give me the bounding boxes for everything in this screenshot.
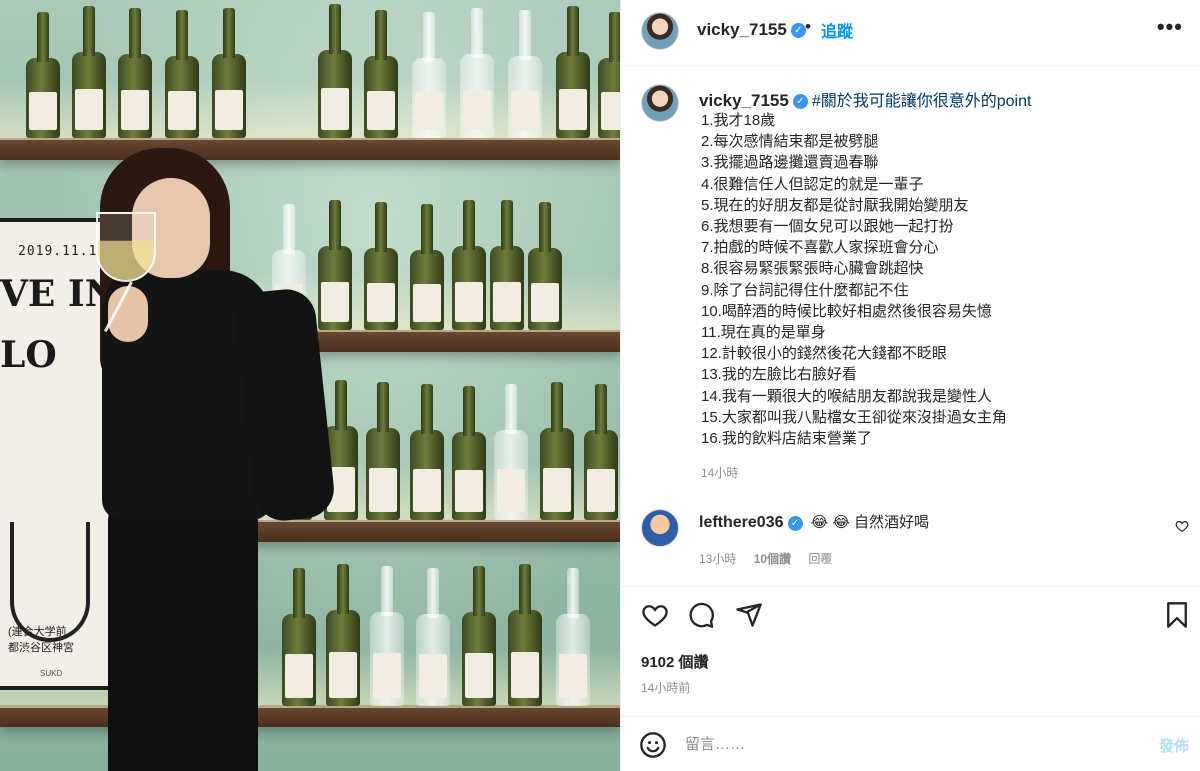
wine-bottle [490, 200, 524, 330]
post-photo[interactable]: 2019.11.1 VE IN LO (連合大学前 都渋谷区神宮 SUKD [0, 0, 620, 771]
wine-bottle [212, 8, 246, 138]
post-comment-button[interactable]: 發佈 [1159, 735, 1189, 756]
share-icon[interactable] [735, 601, 763, 629]
wine-glass [96, 212, 156, 282]
wine-bottle [318, 4, 352, 138]
wine-bottle [318, 200, 352, 330]
wine-bottle [118, 8, 152, 138]
verified-badge-icon: ✓ [790, 23, 806, 39]
caption-line: 12.計較很小的錢然後花大錢都不眨眼 [701, 345, 947, 363]
caption-line: 13.我的左臉比右臉好看 [701, 366, 857, 384]
caption-line: 4.很難信任人但認定的就是一輩子 [701, 175, 924, 193]
wine-bottle [410, 384, 444, 520]
caption-line: 15.大家都叫我八點檔女王卻從來沒掛過女主角 [701, 408, 1007, 426]
comment-meta: 13小時 10個讚 回覆 [699, 550, 846, 567]
caption-line: 9.除了台詞記得住什麼都記不住 [701, 281, 909, 299]
comment-like-icon[interactable] [1175, 519, 1189, 533]
comment-likes-count[interactable]: 10個讚 [754, 552, 791, 566]
post-header: vicky_7155 ✓ • 追蹤 ••• [621, 0, 1200, 66]
wine-bottle [494, 384, 528, 520]
wine-bottle [364, 202, 398, 330]
emoji-icon[interactable] [639, 731, 667, 759]
wine-bottle [598, 12, 620, 138]
follow-button[interactable]: 追蹤 [821, 18, 853, 42]
add-comment-bar: 發佈 [621, 716, 1200, 771]
wine-bottle [366, 382, 400, 520]
post-details-panel: vicky_7155 ✓ • 追蹤 ••• vicky_7155 ✓ #關於我可能讓你… [620, 0, 1200, 771]
wine-bottle [528, 202, 562, 330]
wine-bottle [416, 568, 450, 706]
wine-bottle [584, 384, 618, 520]
wine-bottle [370, 566, 404, 706]
caption-line: 1.我才18歲 [701, 112, 776, 129]
wine-bottle [282, 568, 316, 706]
caption-hashtag[interactable]: #關於我可能讓你很意外的point [812, 93, 1032, 110]
wine-bottle [412, 12, 446, 138]
photo-shelf [0, 138, 620, 160]
wine-bottle [556, 6, 590, 138]
comment-input[interactable] [685, 727, 1125, 761]
poster-date: 2019.11.1 [18, 244, 98, 259]
caption-line: 5.現在的好朋友都是從討厭我開始變朋友 [701, 196, 969, 214]
post-timestamp: 14小時前 [641, 681, 691, 695]
caption-line: 10.喝醉酒的時候比較好相處然後很容易失憶 [701, 302, 992, 320]
likes-count[interactable]: 9102 個讚 [641, 651, 709, 672]
caption-line: 2.每次感情結束都是被劈腿 [701, 133, 879, 151]
comment-text: 😂 😂 自然酒好喝 [810, 514, 930, 531]
comment-body: lefthere036 ✓ 😂 😂 自然酒好喝 [699, 511, 929, 532]
heart-icon[interactable] [641, 601, 669, 629]
verified-badge-icon: ✓ [792, 94, 808, 110]
woman-legs [108, 500, 258, 771]
separator-dot: • [805, 17, 811, 36]
caption-body: 1.我才18歲 2.每次感情結束都是被劈腿 3.我擺過路邊攤還賣過春聯 4.很難… [701, 110, 1007, 449]
wine-bottle [460, 8, 494, 138]
reply-button[interactable]: 回覆 [808, 552, 832, 566]
caption-line: 14.我有一顆很大的喉結朋友都說我是變性人 [701, 387, 992, 405]
wine-bottle [452, 200, 486, 330]
wine-bottle [410, 204, 444, 330]
author-avatar[interactable] [641, 12, 679, 50]
caption-timestamp: 14小時 [701, 466, 739, 480]
poster-address: (連合大学前 都渋谷区神宮 [8, 626, 74, 654]
wine-bottle [364, 10, 398, 138]
wine-bottle [540, 382, 574, 520]
comment-item: lefthere036 ✓ 😂 😂 自然酒好喝 13小時 10個讚 回覆 [621, 505, 1200, 575]
caption-avatar[interactable] [641, 84, 679, 122]
wine-bottle [508, 564, 542, 706]
commenter-username[interactable]: lefthere036 [699, 514, 784, 531]
caption-line: 8.很容易緊張緊張時心臟會跳超快 [701, 260, 924, 278]
wine-bottle [556, 568, 590, 706]
photo-shelf [0, 705, 620, 727]
wine-bottle [326, 564, 360, 706]
wine-bottle [462, 566, 496, 706]
poster-glass-drawing [10, 522, 90, 642]
wine-bottle [26, 12, 60, 138]
bookmark-icon[interactable] [1163, 601, 1191, 629]
caption-line: 7.拍戲的時候不喜歡人家探班會分心 [701, 239, 939, 257]
verified-badge-icon: ✓ [787, 515, 803, 531]
comment-icon[interactable] [687, 601, 715, 629]
commenter-avatar[interactable] [641, 509, 679, 547]
author-username[interactable]: vicky_7155 ✓ [697, 20, 806, 40]
wine-bottle [508, 10, 542, 138]
caption-username[interactable]: vicky_7155 [699, 91, 789, 110]
author-username-text[interactable]: vicky_7155 [697, 20, 787, 39]
caption-header: vicky_7155 ✓ #關於我可能讓你很意外的point [699, 87, 1031, 111]
poster-credit: SUKD [40, 669, 63, 678]
action-bar [621, 586, 1200, 636]
wine-bottle [72, 6, 106, 138]
caption-line: 3.我擺過路邊攤還賣過春聯 [701, 154, 879, 172]
comment-timestamp: 13小時 [699, 552, 737, 566]
caption-line: 16.我的飲料店結束營業了 [701, 430, 872, 448]
caption-line: 6.我想要有一個女兒可以跟她一起打扮 [701, 218, 954, 236]
wine-bottle [165, 10, 199, 138]
more-options-icon[interactable]: ••• [1157, 14, 1183, 40]
wine-bottle [452, 386, 486, 520]
caption-line: 11.現在真的是單身 [701, 324, 826, 342]
